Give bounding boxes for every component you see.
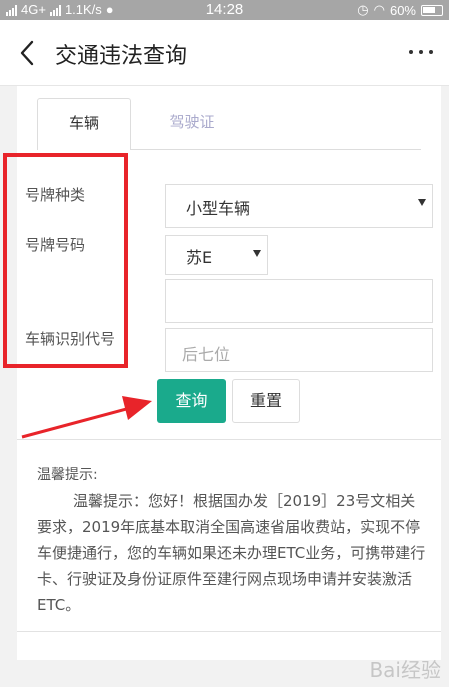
alarm-icon: ◷ [357, 2, 369, 17]
vin-input[interactable]: 后七位 [165, 328, 433, 372]
status-right: ◷ ◠ 60% [357, 2, 443, 18]
battery-percent: 60% [389, 2, 416, 18]
plate-type-select[interactable]: 小型车辆 [165, 184, 433, 228]
plate-number-input[interactable] [165, 279, 433, 323]
tab-vehicle[interactable]: 车辆 [37, 98, 131, 150]
dropdown-arrow-icon [418, 199, 426, 206]
plate-type-value: 小型车辆 [186, 199, 251, 218]
status-bar: 4G+ 1.1K/s ● 14:28 ◷ ◠ 60% [0, 0, 449, 20]
reset-button[interactable]: 重置 [232, 379, 300, 423]
more-dot-icon [409, 50, 413, 54]
more-dot-icon [419, 50, 423, 54]
divider [17, 439, 441, 440]
page-title: 交通违法查询 [55, 44, 188, 69]
highlight-box [3, 153, 128, 368]
wifi-icon: ◠ [373, 2, 385, 17]
battery-icon [421, 4, 443, 16]
divider-bottom [17, 631, 441, 632]
vin-placeholder: 后七位 [182, 345, 231, 364]
nav-bar: 交通违法查询 [0, 20, 449, 86]
plate-prefix-value: 苏E [186, 248, 213, 267]
tips-body: 温馨提示：您好！根据国办发［2019］23号文相关要求，2019年底基本取消全国… [37, 492, 426, 614]
tips-title: 温馨提示: [37, 467, 98, 483]
tab-driver-license[interactable]: 驾驶证 [147, 98, 237, 148]
query-button[interactable]: 查询 [157, 379, 226, 423]
more-menu-button[interactable] [409, 50, 433, 54]
chevron-left-icon [20, 40, 34, 66]
watermark-logo: Bai经验 [369, 658, 441, 682]
dropdown-arrow-icon [253, 250, 261, 257]
more-dot-icon [429, 50, 433, 54]
back-button[interactable] [18, 36, 48, 70]
plate-prefix-select[interactable]: 苏E [165, 235, 268, 275]
